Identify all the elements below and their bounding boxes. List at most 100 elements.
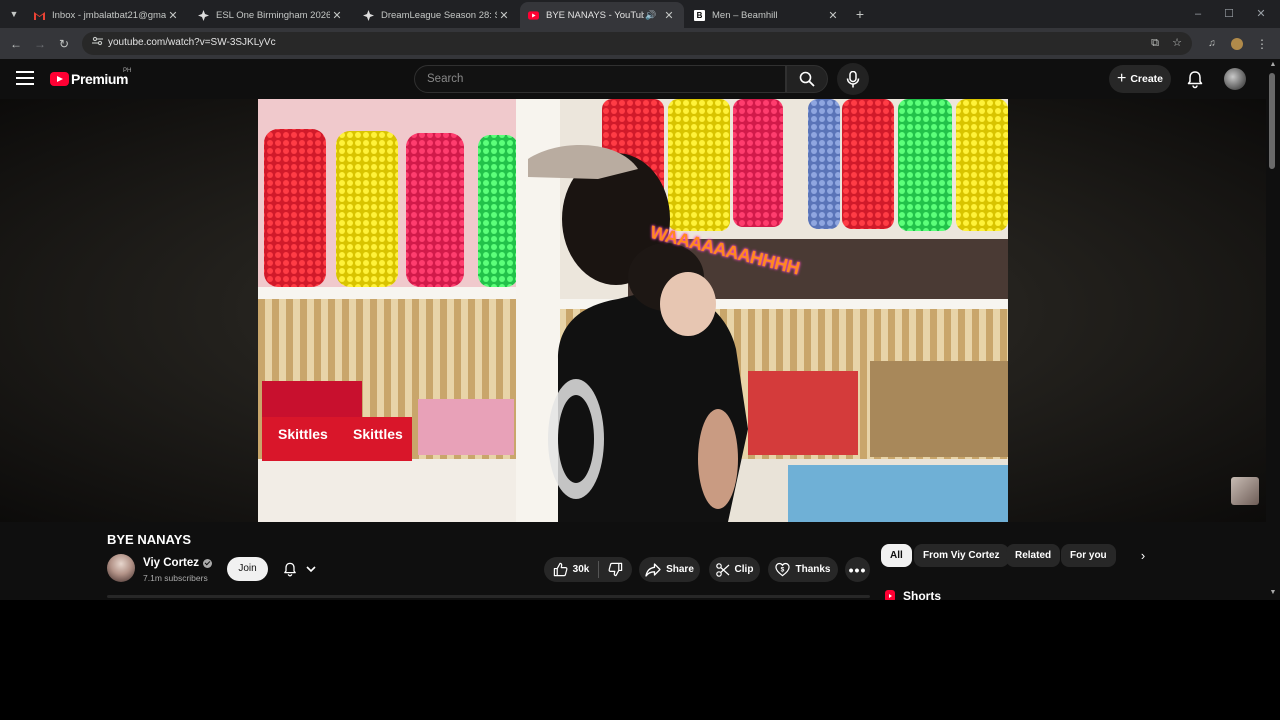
gmail-icon xyxy=(34,10,45,21)
tab-youtube[interactable]: BYE NANAYS - YouTube 🔊 ✕ xyxy=(520,2,684,28)
thanks-button[interactable]: $ Thanks xyxy=(768,557,838,582)
chevron-down-icon xyxy=(306,565,316,572)
video-details: BYE NANAYS Viy Cortez 7.1m subscribers J… xyxy=(0,522,1266,603)
scroll-up-arrow-icon[interactable]: ▲ xyxy=(1268,61,1278,68)
tab-label: BYE NANAYS - YouTube xyxy=(546,9,644,21)
speaker-icon[interactable]: 🔊 xyxy=(644,10,658,21)
browser-menu-icon[interactable]: ⋮ xyxy=(1254,36,1270,52)
tab-close-icon[interactable]: ✕ xyxy=(166,9,180,22)
more-actions-button[interactable]: ••• xyxy=(845,557,870,582)
thanks-heart-dollar-icon: $ xyxy=(775,562,791,577)
browser-tab-bar: ▼ Inbox - jmbalatbat21@gmail.co ✕ ESL On… xyxy=(0,0,1280,28)
channel-name-row[interactable]: Viy Cortez xyxy=(143,557,213,569)
youtube-icon xyxy=(528,10,539,21)
beamhill-icon: B xyxy=(694,9,705,21)
thanks-label: Thanks xyxy=(795,564,831,575)
tab-search-chevron-icon[interactable]: ▼ xyxy=(6,6,22,22)
create-label: Create xyxy=(1130,73,1164,85)
video-title: BYE NANAYS xyxy=(107,532,192,547)
chip-from-channel[interactable]: From Viy Cortez xyxy=(914,544,1009,567)
like-count: 30k xyxy=(572,564,590,575)
account-avatar[interactable] xyxy=(1224,68,1246,90)
create-button[interactable]: + Create xyxy=(1109,65,1171,93)
more-horizontal-icon: ••• xyxy=(848,561,867,578)
svg-text:Skittles: Skittles xyxy=(278,426,328,442)
hamburger-menu-icon[interactable] xyxy=(16,71,34,87)
install-app-icon[interactable]: ⧉ xyxy=(1148,36,1162,50)
profile-icon[interactable] xyxy=(1229,36,1245,52)
channel-name[interactable]: Viy Cortez xyxy=(143,557,199,569)
tab-label: Inbox - jmbalatbat21@gmail.co xyxy=(52,9,166,21)
chip-related[interactable]: Related xyxy=(1006,544,1061,567)
page-scrollbar[interactable]: ▲ ▼ xyxy=(1266,59,1280,600)
share-button[interactable]: Share xyxy=(639,557,700,582)
description-box-edge xyxy=(107,595,870,598)
bookmark-star-icon[interactable]: ☆ xyxy=(1170,36,1184,50)
scissors-icon xyxy=(715,562,729,577)
search-input[interactable] xyxy=(425,72,775,86)
join-button[interactable]: Join xyxy=(227,557,268,581)
subscription-notifications-button[interactable] xyxy=(275,557,323,581)
tab-dreamleague[interactable]: DreamLeague Season 28: South ✕ xyxy=(355,2,519,28)
minimize-icon[interactable]: – xyxy=(1190,6,1206,22)
video-frame[interactable]: Skittles Skittles WAAAAAAAHHHH xyxy=(258,99,1008,522)
voice-search-button[interactable] xyxy=(837,63,869,95)
like-button[interactable]: 30k xyxy=(553,562,590,577)
media-controls-icon[interactable]: ♫ xyxy=(1204,36,1220,52)
video-player[interactable]: Skittles Skittles WAAAAAAAHHHH xyxy=(0,99,1266,522)
notifications-bell-icon[interactable] xyxy=(1185,69,1205,89)
chevron-right-icon[interactable]: › xyxy=(1134,544,1152,567)
liquipedia-icon xyxy=(363,9,374,21)
thumbs-up-icon xyxy=(553,562,568,577)
region-code: PH xyxy=(123,68,132,74)
search-box[interactable] xyxy=(414,65,786,93)
thumbs-down-icon xyxy=(608,562,623,577)
svg-text:$: $ xyxy=(781,566,785,573)
url-text: youtube.com/watch?v=SW-3SJKLyVc xyxy=(108,37,276,48)
plus-icon: + xyxy=(1116,70,1127,87)
empty-screen-area xyxy=(0,600,1280,720)
channel-avatar[interactable] xyxy=(107,554,135,582)
youtube-premium-logo[interactable]: Premium PH xyxy=(50,68,132,88)
clip-label: Clip xyxy=(734,564,754,575)
maximize-icon[interactable]: ☐ xyxy=(1221,6,1237,22)
dislike-button[interactable] xyxy=(608,562,623,577)
verified-check-icon xyxy=(203,558,213,568)
scrollbar-thumb[interactable] xyxy=(1269,73,1275,169)
bell-icon xyxy=(284,562,296,577)
share-arrow-icon xyxy=(645,562,661,577)
forward-arrow-icon[interactable]: → xyxy=(32,36,48,52)
youtube-play-logo-icon xyxy=(50,72,69,86)
clip-button[interactable]: Clip xyxy=(709,557,760,582)
tab-beamhill[interactable]: B Men – Beamhill ✕ xyxy=(686,2,848,28)
like-divider xyxy=(598,561,600,578)
tab-label: ESL One Birmingham 2026: Sou xyxy=(216,9,330,21)
tab-esl-one[interactable]: ESL One Birmingham 2026: Sou ✕ xyxy=(190,2,352,28)
liquipedia-icon xyxy=(198,9,209,21)
reload-icon[interactable]: ↻ xyxy=(56,36,72,52)
browser-toolbar: ← → ↻ youtube.com/watch?v=SW-3SJKLyVc ⧉ … xyxy=(0,28,1280,59)
tab-gmail[interactable]: Inbox - jmbalatbat21@gmail.co ✕ xyxy=(26,2,188,28)
site-settings-icon[interactable] xyxy=(90,36,104,50)
tab-close-icon[interactable]: ✕ xyxy=(826,9,840,22)
tab-close-icon[interactable]: ✕ xyxy=(330,9,344,22)
share-label: Share xyxy=(666,564,694,575)
search-button[interactable] xyxy=(786,65,828,93)
channel-watermark-icon[interactable] xyxy=(1231,477,1259,505)
tab-label: DreamLeague Season 28: South xyxy=(381,9,497,21)
youtube-masthead: Premium PH + Create xyxy=(0,59,1280,99)
tab-close-icon[interactable]: ✕ xyxy=(497,9,511,22)
scroll-down-arrow-icon[interactable]: ▼ xyxy=(1268,589,1278,596)
back-arrow-icon[interactable]: ← xyxy=(8,36,24,52)
new-tab-plus-icon[interactable]: + xyxy=(852,6,868,22)
chip-for-you[interactable]: For you xyxy=(1061,544,1116,567)
tab-close-icon[interactable]: ✕ xyxy=(662,9,676,22)
logo-text: Premium xyxy=(71,71,129,87)
window-close-icon[interactable]: ✕ xyxy=(1253,6,1269,22)
video-still-image: Skittles Skittles xyxy=(258,99,1008,522)
address-bar[interactable]: youtube.com/watch?v=SW-3SJKLyVc ⧉ ☆ xyxy=(82,32,1192,55)
chip-all[interactable]: All xyxy=(881,544,912,567)
tab-label: Men – Beamhill xyxy=(712,9,778,21)
subscriber-count: 7.1m subscribers xyxy=(143,573,208,583)
like-dislike-group: 30k xyxy=(544,557,632,582)
